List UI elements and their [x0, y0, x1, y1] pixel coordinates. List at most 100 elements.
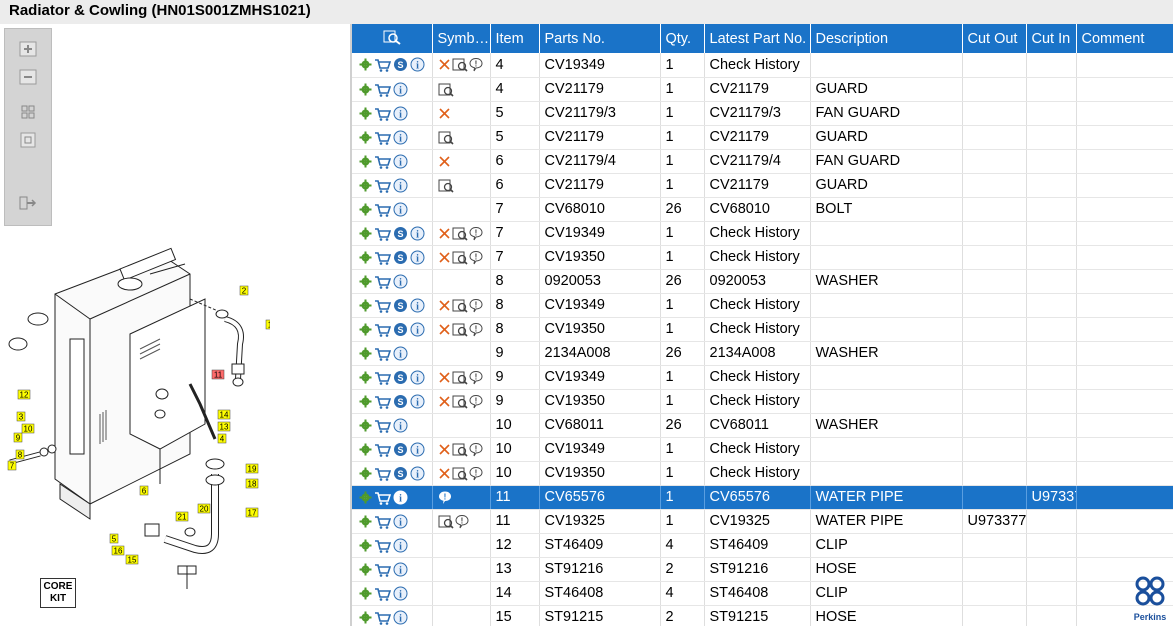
gear-icon[interactable] [359, 610, 372, 625]
export-icon[interactable] [17, 193, 39, 213]
cart-icon[interactable] [374, 514, 391, 529]
cart-icon[interactable] [374, 106, 391, 121]
cart-icon[interactable] [374, 274, 391, 289]
info-icon[interactable]: i [393, 610, 408, 625]
info-icon[interactable]: i [410, 322, 425, 337]
gear-icon[interactable] [359, 82, 372, 97]
cart-icon[interactable] [374, 538, 391, 553]
supersession-icon[interactable]: S [393, 298, 408, 313]
gear-icon[interactable] [359, 418, 372, 433]
gear-icon[interactable] [359, 394, 372, 409]
gear-icon[interactable] [359, 538, 372, 553]
header-actions[interactable] [352, 24, 433, 53]
gear-icon[interactable] [359, 586, 372, 601]
supersession-icon[interactable]: S [393, 370, 408, 385]
comment-icon[interactable]: ! [468, 250, 483, 265]
supersession-icon[interactable]: S [393, 226, 408, 241]
table-row[interactable]: i 15 ST91215 2 ST91215 HOSE [352, 605, 1173, 626]
info-icon[interactable]: i [410, 57, 425, 72]
callout-13[interactable]: 13 [217, 421, 231, 432]
book-search-icon[interactable] [438, 514, 454, 529]
header-cut-in[interactable]: Cut In [1026, 24, 1077, 53]
comment-icon[interactable]: ! [454, 514, 469, 529]
cart-icon[interactable] [374, 586, 391, 601]
table-row[interactable]: i!11CV655761CV65576WATER PIPEU97337 [352, 485, 1173, 510]
table-row[interactable]: Si! 4 CV19349 1 Check History [352, 53, 1173, 78]
gear-icon[interactable] [359, 514, 372, 529]
gear-icon[interactable] [359, 57, 372, 72]
cart-icon[interactable] [374, 154, 391, 169]
table-row[interactable]: i 7 CV68010 26 CV68010 BOLT [352, 197, 1173, 222]
cart-icon[interactable] [374, 610, 391, 625]
zoom-in-icon[interactable] [17, 39, 39, 59]
callout-16[interactable]: 16 [111, 545, 125, 556]
info-icon[interactable]: i [393, 106, 408, 121]
gear-icon[interactable] [359, 274, 372, 289]
callout-20[interactable]: 20 [197, 503, 211, 514]
header-latest-part-no[interactable]: Latest Part No. [704, 24, 811, 53]
comment-icon[interactable]: ! [468, 298, 483, 313]
info-icon[interactable]: i [393, 202, 408, 217]
table-row[interactable]: Si! 10 CV19349 1 Check History [352, 437, 1173, 462]
info-icon[interactable]: i [393, 82, 408, 97]
callout-5[interactable]: 5 [109, 533, 119, 544]
supersession-icon[interactable]: S [393, 466, 408, 481]
book-search-icon[interactable] [452, 322, 468, 337]
gear-icon[interactable] [359, 370, 372, 385]
table-row[interactable]: Si! 7 CV19349 1 Check History [352, 221, 1173, 246]
info-icon[interactable]: i [410, 250, 425, 265]
book-search-icon[interactable] [452, 226, 468, 241]
supersession-icon[interactable]: S [393, 442, 408, 457]
cart-icon[interactable] [374, 82, 391, 97]
book-search-icon[interactable] [452, 466, 468, 481]
alert-comment-icon[interactable]: ! [438, 490, 452, 505]
comment-icon[interactable]: ! [468, 394, 483, 409]
callout-11[interactable]: 11 [211, 369, 225, 380]
header-cut-out[interactable]: Cut Out [962, 24, 1027, 53]
callout-4[interactable]: 4 [217, 433, 227, 444]
gear-icon[interactable] [359, 298, 372, 313]
cart-icon[interactable] [374, 394, 391, 409]
cart-icon[interactable] [374, 130, 391, 145]
callout-15[interactable]: 15 [125, 554, 139, 565]
fit-icon[interactable] [17, 102, 39, 122]
book-search-icon[interactable] [452, 442, 468, 457]
info-icon[interactable]: i [410, 226, 425, 241]
supersession-icon[interactable]: S [393, 322, 408, 337]
info-icon[interactable]: i [393, 274, 408, 289]
cart-icon[interactable] [374, 178, 391, 193]
info-icon[interactable]: i [393, 514, 408, 529]
cart-icon[interactable] [374, 322, 391, 337]
cart-icon[interactable] [374, 346, 391, 361]
reset-icon[interactable] [17, 130, 39, 150]
book-search-icon[interactable] [452, 298, 468, 313]
info-icon[interactable]: i [393, 586, 408, 601]
callout-8[interactable]: 8 [15, 449, 25, 460]
callout-7[interactable]: 7 [7, 460, 17, 471]
book-search-icon[interactable] [438, 130, 454, 145]
info-icon[interactable]: i [393, 178, 408, 193]
cart-icon[interactable] [374, 490, 391, 505]
gear-icon[interactable] [359, 322, 372, 337]
cart-icon[interactable] [374, 298, 391, 313]
book-search-icon[interactable] [452, 57, 468, 72]
gear-icon[interactable] [359, 466, 372, 481]
table-row[interactable]: i 9 2134A008 26 2134A008 WASHER [352, 341, 1173, 366]
info-icon[interactable]: i [393, 130, 408, 145]
comment-icon[interactable]: ! [468, 370, 483, 385]
gear-icon[interactable] [359, 130, 372, 145]
header-parts-no[interactable]: Parts No. [539, 24, 661, 53]
cart-icon[interactable] [374, 57, 391, 73]
table-row[interactable]: i 4 CV21179 1 CV21179 GUARD [352, 77, 1173, 102]
gear-icon[interactable] [359, 346, 372, 361]
table-row[interactable]: Si! 7 CV19350 1 Check History [352, 245, 1173, 270]
zoom-out-icon[interactable] [17, 67, 39, 87]
info-icon[interactable]: i [410, 466, 425, 481]
cart-icon[interactable] [374, 226, 391, 241]
info-icon[interactable]: i [410, 298, 425, 313]
callout-1[interactable]: 1 [265, 319, 270, 330]
book-search-icon[interactable] [452, 370, 468, 385]
info-icon[interactable]: i [410, 370, 425, 385]
table-row[interactable]: Si! 8 CV19350 1 Check History [352, 317, 1173, 342]
table-row[interactable]: i 5 CV21179 1 CV21179 GUARD [352, 125, 1173, 150]
